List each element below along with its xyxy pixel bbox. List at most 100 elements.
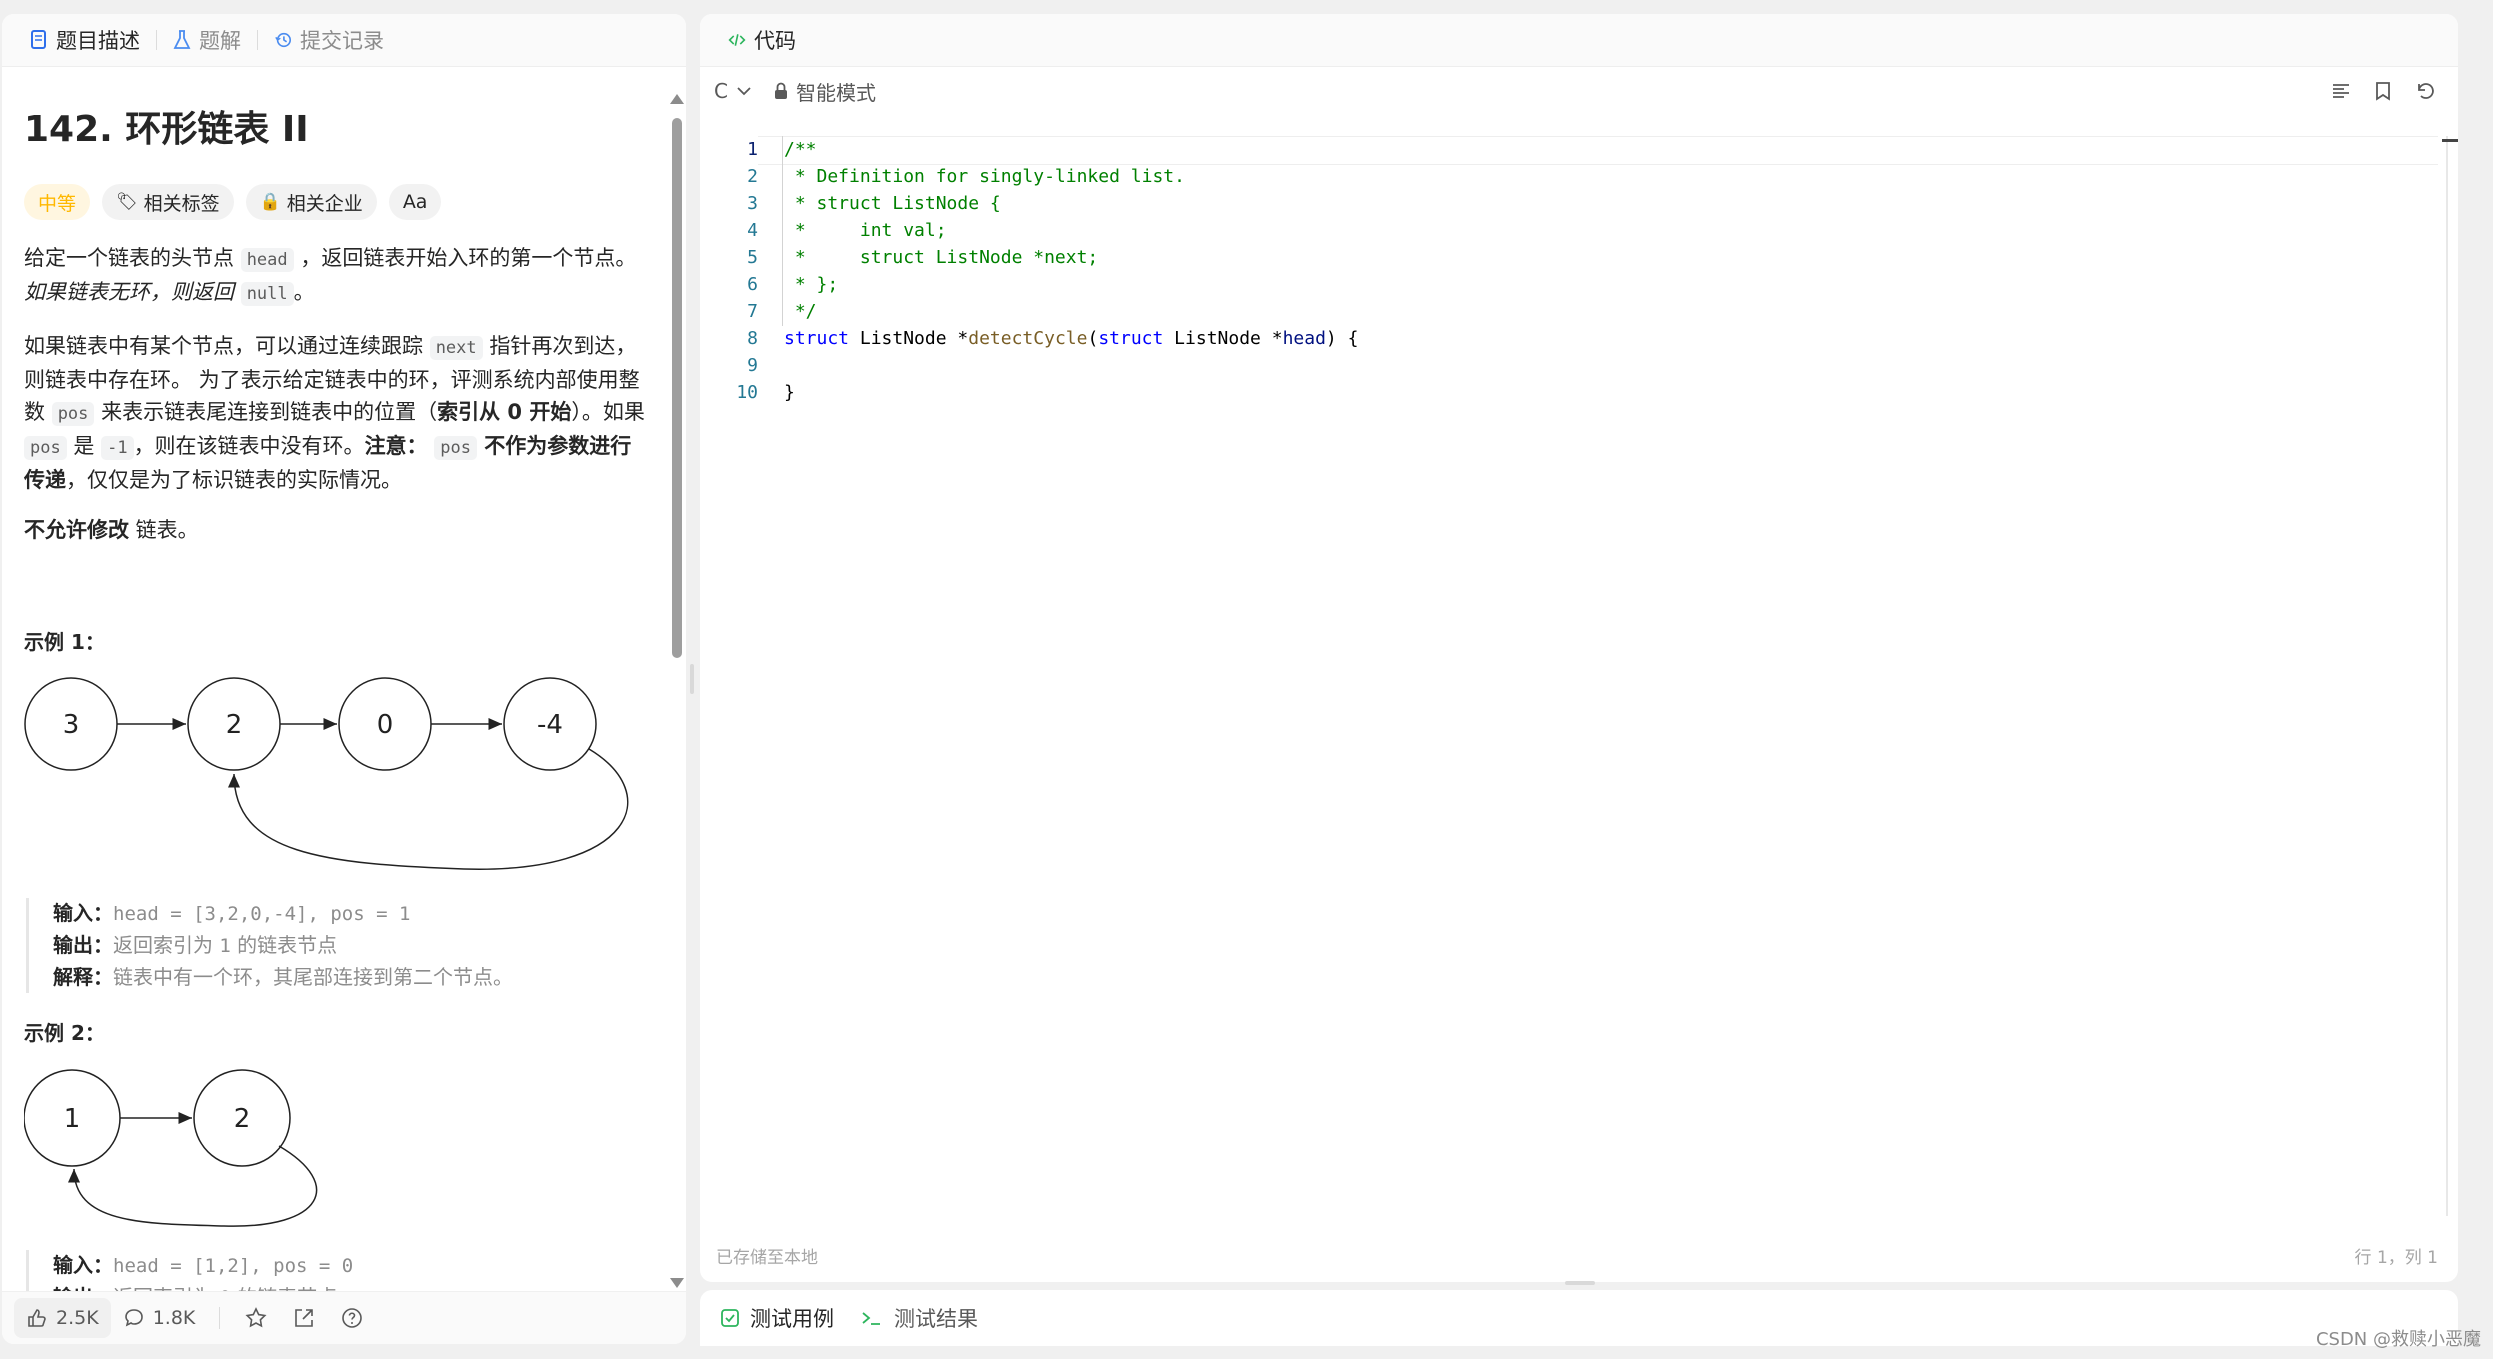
node-value: 2: [226, 710, 243, 740]
scroll-down-icon[interactable]: [670, 1278, 684, 1288]
text: 链表。: [129, 518, 199, 542]
tab-test-result[interactable]: 测试结果: [860, 1303, 978, 1333]
line-number: 1: [747, 139, 758, 160]
scroll-up-icon[interactable]: [670, 94, 684, 104]
text: ）。如果: [571, 400, 645, 424]
value: 链表中有一个环，其尾部连接到第二个节点。: [113, 965, 513, 989]
terminal-icon: [862, 1312, 880, 1325]
inline-code: head: [240, 248, 294, 272]
example-1-block: 输入：head = [3,2,0,-4], pos = 1 输出：返回索引为 1…: [26, 898, 513, 993]
value: head = [3,2,0,-4], pos = 1: [113, 903, 411, 925]
value: 返回索引为: [113, 933, 220, 957]
tab-code-label: 代码: [754, 29, 796, 53]
inline-code: pos: [24, 436, 67, 460]
tab-test-result-label: 测试结果: [894, 1307, 978, 1331]
flask-icon: [173, 30, 191, 49]
history-icon: [275, 32, 292, 48]
line-number: 5: [747, 247, 758, 268]
code-editor-panel: 代码 C 智能模式 1 /** 2 * Definition for singly…: [700, 14, 2458, 1282]
code-text: /**: [784, 139, 817, 160]
related-companies-button[interactable]: 🔒 相关企业: [245, 184, 377, 220]
label: 输入：: [53, 1253, 113, 1277]
text: ，则在该链表中没有环。: [133, 434, 365, 458]
related-tags-label: 相关标签: [143, 192, 220, 215]
bold-text: 注意：: [364, 434, 428, 458]
comments-button[interactable]: 1.8K: [111, 1298, 208, 1338]
tag-icon: 🏷: [116, 192, 138, 212]
smart-mode-toggle[interactable]: 智能模式: [774, 77, 876, 106]
current-line-highlight: [758, 136, 2438, 165]
example-1-output: 输出：返回索引为 1 的链表节点: [53, 930, 513, 962]
code-text: * struct ListNode {: [784, 193, 1001, 214]
tab-submissions-label: 提交记录: [300, 29, 384, 53]
indent-guide: [782, 136, 783, 326]
example-2-input: 输入：head = [1,2], pos = 0: [53, 1250, 353, 1282]
problem-scrollbar[interactable]: [670, 94, 684, 1294]
footer-divider: [219, 1307, 221, 1329]
italic-text: 如果链表无环，则返回: [24, 280, 241, 304]
example-1-input: 输入：head = [3,2,0,-4], pos = 1: [53, 898, 513, 930]
line-number: 10: [736, 382, 758, 403]
language-value: C: [714, 79, 728, 103]
editor-scrollbar[interactable]: [2446, 136, 2448, 1216]
editor-tools: [2330, 80, 2436, 102]
share-button[interactable]: [280, 1298, 328, 1338]
difficulty-badge: 中等: [24, 184, 91, 220]
cycle-arrow: [68, 1145, 318, 1227]
test-panel: 测试用例 测试结果: [700, 1290, 2458, 1346]
example-1-diagram: 3 2 0 -4: [24, 677, 629, 870]
code-text: struct ListNode *detectCycle(struct List…: [784, 328, 1359, 349]
code-text: * };: [784, 274, 839, 295]
text: 来表示链表尾连接到链表中的位置（: [94, 400, 438, 424]
node-value: 3: [63, 710, 80, 740]
code-text: * int val;: [784, 220, 947, 241]
label: 输出：: [53, 933, 113, 957]
text: 如果链表中有某个节点，可以通过连续跟踪: [24, 334, 430, 358]
translate-button[interactable]: Aa: [388, 184, 442, 220]
thumbs-up-icon: [28, 1309, 46, 1327]
related-tags-button[interactable]: 🏷 相关标签: [102, 184, 234, 220]
tab-solutions[interactable]: 题解: [163, 14, 251, 66]
node-value: 1: [64, 1104, 81, 1134]
inline-code: pos: [434, 436, 477, 460]
comment-count: 1.8K: [152, 1307, 196, 1329]
horizontal-resize-handle[interactable]: [1565, 1281, 1595, 1285]
value: head = [1,2], pos = 0: [113, 1255, 354, 1277]
smart-mode-label: 智能模式: [795, 80, 876, 105]
tab-testcase[interactable]: 测试用例: [720, 1303, 834, 1333]
problem-tabbar: 题目描述 题解 提交记录: [2, 14, 686, 67]
tab-submissions[interactable]: 提交记录: [264, 14, 394, 66]
scrollbar-thumb[interactable]: [672, 118, 682, 658]
code-text: */: [784, 301, 817, 322]
inline-code: next: [429, 336, 483, 360]
tab-description[interactable]: 题目描述: [20, 14, 150, 66]
format-icon[interactable]: [2330, 80, 2352, 102]
overview-ruler-marker: [2442, 139, 2458, 142]
code-editor[interactable]: 1 /** 2 * Definition for singly-linked li…: [700, 136, 2438, 1212]
like-button[interactable]: 2.5K: [14, 1298, 111, 1338]
node-value: -4: [537, 710, 563, 740]
related-companies-label: 相关企业: [286, 192, 363, 215]
tab-code[interactable]: 代码: [718, 14, 806, 66]
vertical-resize-handle[interactable]: [690, 664, 694, 694]
cursor-position: 行 1，列 1: [2354, 1248, 2438, 1268]
problem-footer: 2.5K 1.8K: [2, 1291, 686, 1344]
cycle-arrow: [228, 748, 629, 870]
bookmark-icon[interactable]: [2372, 80, 2394, 102]
help-button[interactable]: [328, 1298, 376, 1338]
line-number: 3: [747, 193, 758, 214]
tab-divider: [156, 30, 157, 50]
editor-statusbar: 已存储至本地 行 1，列 1: [716, 1243, 2438, 1268]
language-select[interactable]: C: [714, 79, 752, 103]
line-number: 6: [747, 274, 758, 295]
example-1-explanation: 解释：链表中有一个环，其尾部连接到第二个节点。: [53, 962, 513, 993]
text: 。: [293, 280, 315, 304]
save-status: 已存储至本地: [716, 1248, 818, 1268]
watermark: CSDN @救赎小恶魔: [2315, 1329, 2481, 1350]
tab-divider: [257, 30, 258, 50]
favorite-button[interactable]: [232, 1298, 280, 1338]
help-icon: [342, 1308, 363, 1328]
reset-icon[interactable]: [2414, 80, 2436, 102]
test-tabbar: 测试用例 测试结果: [700, 1290, 2458, 1346]
inline-code: null: [240, 282, 294, 306]
